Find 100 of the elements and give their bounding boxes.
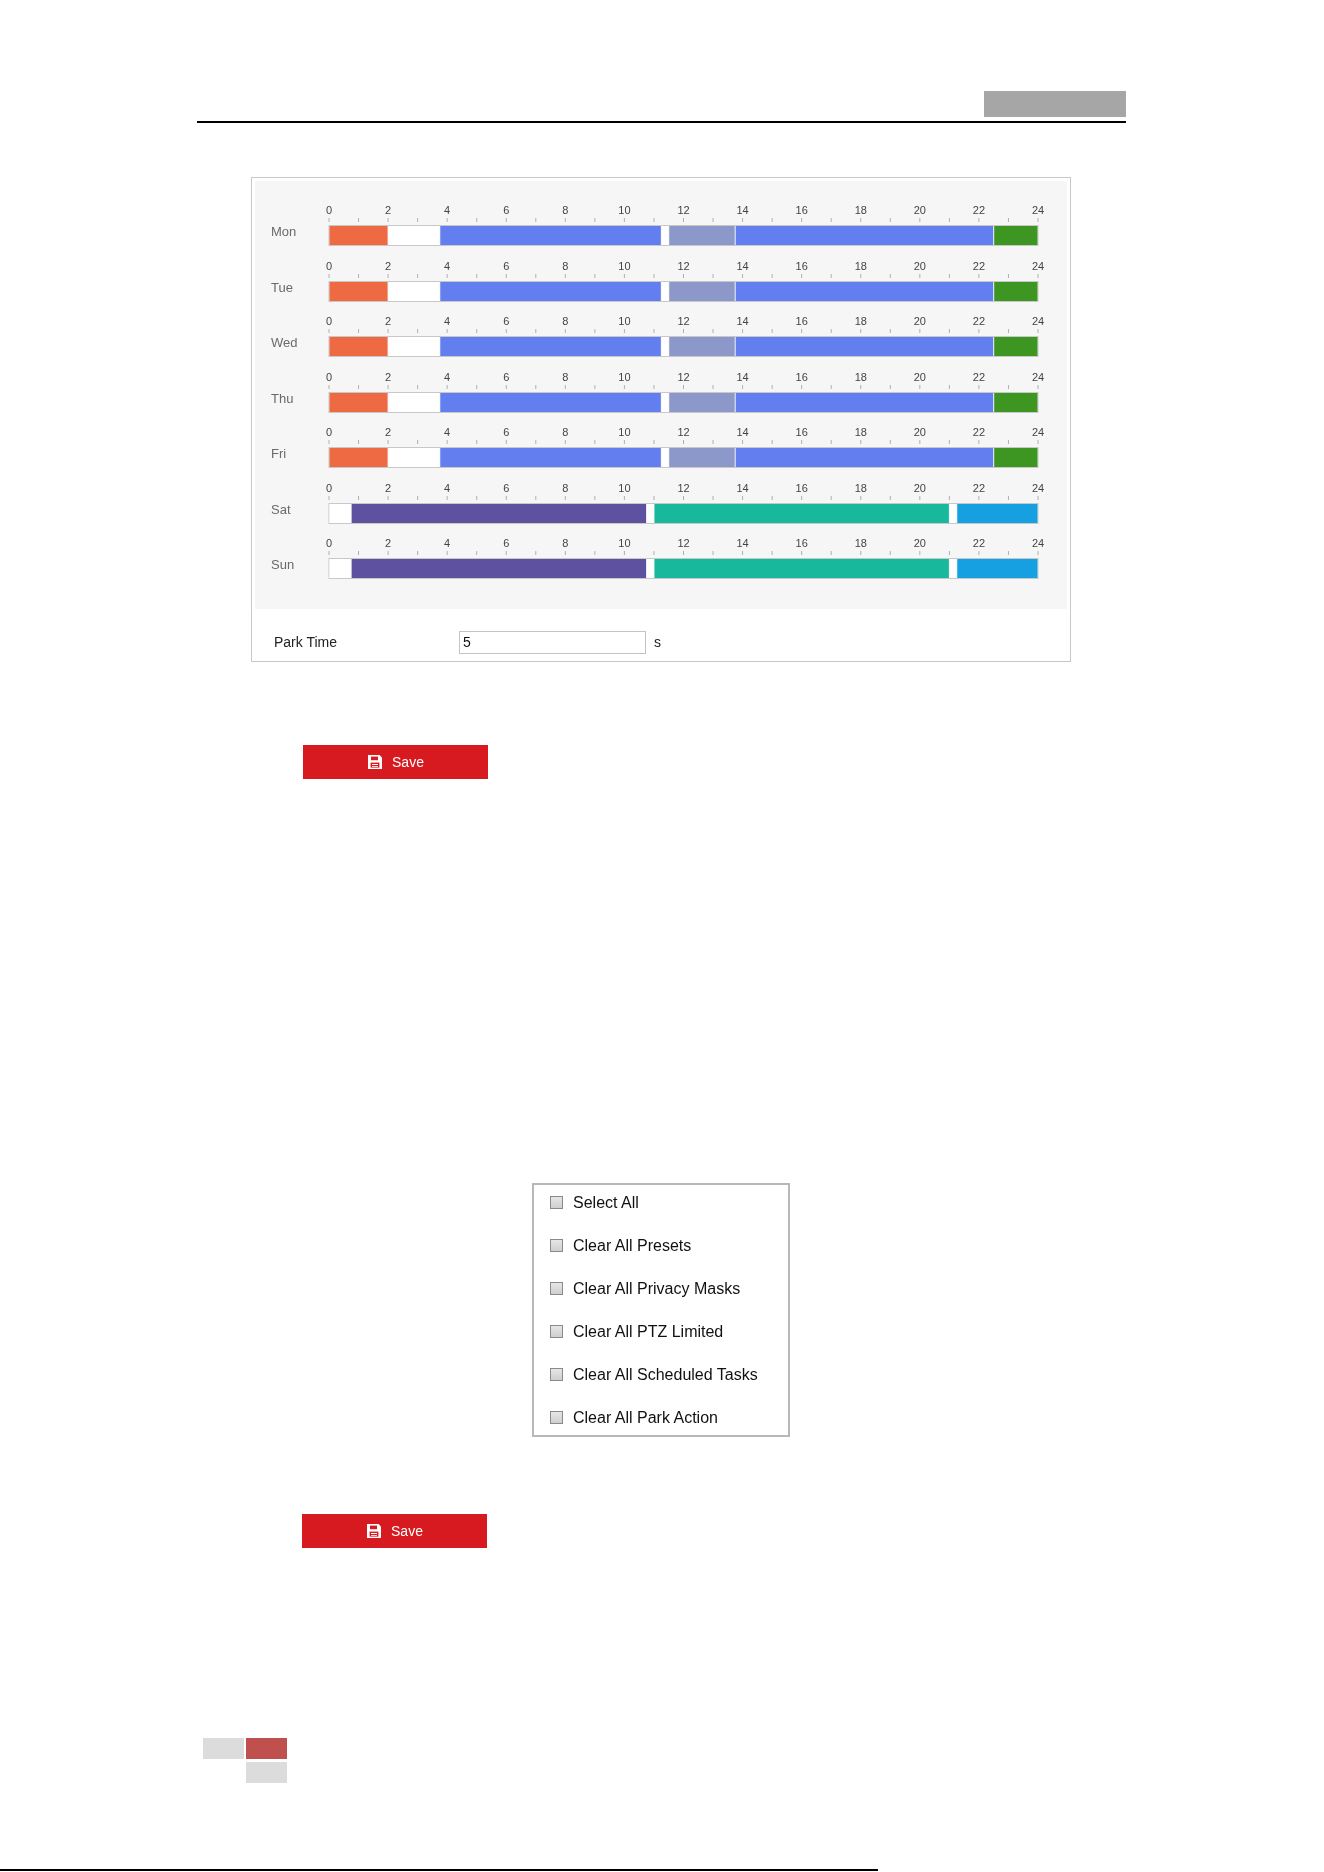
tick-label: 4 xyxy=(444,370,451,383)
tick-label: 0 xyxy=(325,481,333,494)
tick-label: 10 xyxy=(618,315,631,327)
day-label: Fri xyxy=(271,445,288,462)
tick-label: 14 xyxy=(736,204,749,216)
tick-label: 12 xyxy=(677,481,690,494)
tick-label: 16 xyxy=(795,259,808,272)
tick-label: 20 xyxy=(913,370,926,383)
tick-label: 8 xyxy=(562,481,569,494)
tick-label: 10 xyxy=(618,204,631,216)
park-time-label: Park Time xyxy=(274,634,338,650)
tick-label: 8 xyxy=(562,259,569,272)
tick-label: 18 xyxy=(854,426,867,438)
tick-label: 20 xyxy=(913,204,926,216)
tick-label: 12 xyxy=(677,426,690,438)
tick-label: 6 xyxy=(503,537,510,549)
tick-label: 24 xyxy=(1031,481,1045,494)
tick-label: 6 xyxy=(503,426,510,438)
tick-label: 20 xyxy=(913,259,926,272)
tick-label: 16 xyxy=(795,204,808,216)
day-label: Sun xyxy=(271,556,296,573)
tick-label: 18 xyxy=(854,204,867,216)
tick-label: 10 xyxy=(618,259,631,272)
tick-label: 0 xyxy=(325,426,333,438)
tick-label: 6 xyxy=(503,370,510,383)
tick-label: 20 xyxy=(913,481,926,494)
tick-label: 10 xyxy=(618,537,631,549)
tick-label: 8 xyxy=(562,537,569,549)
tick-label: 4 xyxy=(444,259,451,272)
tick-label: 22 xyxy=(972,315,986,327)
tick-label: 16 xyxy=(795,481,808,494)
tick-label: 24 xyxy=(1031,370,1045,383)
tick-label: 24 xyxy=(1031,426,1045,438)
tick-label: 4 xyxy=(444,204,451,216)
tick-label: 2 xyxy=(385,315,392,327)
tick-label: 2 xyxy=(385,259,392,272)
tick-label: 12 xyxy=(677,315,690,327)
tick-label: 12 xyxy=(677,537,690,549)
tick-label: 22 xyxy=(972,481,986,494)
tick-label: 20 xyxy=(913,315,926,327)
day-label: Tue xyxy=(271,278,294,296)
tick-label: 14 xyxy=(736,370,749,383)
day-label: Sat xyxy=(271,500,292,518)
tick-label: 12 xyxy=(677,259,690,272)
tick-label: 20 xyxy=(913,537,926,549)
tick-label: 10 xyxy=(618,481,631,494)
tick-label: 24 xyxy=(1031,315,1045,327)
tick-label: 4 xyxy=(444,537,451,549)
tick-label: 6 xyxy=(503,481,510,494)
tick-label: 24 xyxy=(1031,259,1045,272)
tick-label: 4 xyxy=(444,481,451,494)
tick-label: 6 xyxy=(503,204,510,216)
tick-label: 14 xyxy=(736,481,749,494)
day-label: Wed xyxy=(271,334,299,351)
tick-label: 0 xyxy=(325,204,333,216)
tick-label: 2 xyxy=(385,204,392,216)
tick-label: 8 xyxy=(562,204,569,216)
tick-label: 4 xyxy=(444,426,451,438)
tick-label: 16 xyxy=(795,315,808,327)
tick-label: 16 xyxy=(795,426,808,438)
tick-label: 18 xyxy=(854,370,867,383)
tick-label: 6 xyxy=(503,315,510,327)
tick-label: 2 xyxy=(385,426,392,438)
day-label: Mon xyxy=(271,223,298,240)
tick-label: 24 xyxy=(1031,537,1045,549)
tick-label: 0 xyxy=(325,537,333,549)
tick-label: 0 xyxy=(325,315,333,327)
day-label: Thu xyxy=(271,389,295,407)
tick-label: 0 xyxy=(325,259,333,272)
tick-label: 2 xyxy=(385,370,392,383)
tick-label: 0 xyxy=(325,370,333,383)
tick-label: 24 xyxy=(1031,204,1045,216)
tick-label: 12 xyxy=(677,370,690,383)
tick-label: 12 xyxy=(677,204,690,216)
tick-label: 14 xyxy=(736,426,749,438)
tick-label: 14 xyxy=(736,315,749,327)
tick-label: 10 xyxy=(618,426,631,438)
tick-label: 8 xyxy=(562,426,569,438)
tick-label: 18 xyxy=(854,315,867,327)
tick-label: 22 xyxy=(972,370,986,383)
tick-label: 4 xyxy=(444,315,451,327)
tick-label: 16 xyxy=(795,537,808,549)
tick-label: 14 xyxy=(736,259,749,272)
tick-label: 8 xyxy=(562,315,569,327)
tick-label: 8 xyxy=(562,370,569,383)
tick-label: 16 xyxy=(795,370,808,383)
tick-label: 2 xyxy=(385,481,392,494)
tick-label: 22 xyxy=(972,426,986,438)
tick-label: 18 xyxy=(854,537,867,549)
tick-label: 20 xyxy=(913,426,926,438)
tick-label: 10 xyxy=(618,370,631,383)
tick-label: 22 xyxy=(972,204,986,216)
unit-label: s xyxy=(654,634,661,650)
tick-label: 14 xyxy=(736,537,749,549)
tick-label: 22 xyxy=(972,537,986,549)
tick-label: 2 xyxy=(385,537,392,549)
tick-label: 18 xyxy=(854,259,867,272)
tick-label: 6 xyxy=(503,259,510,272)
tick-label: 22 xyxy=(972,259,986,272)
tick-label: 18 xyxy=(854,481,867,494)
